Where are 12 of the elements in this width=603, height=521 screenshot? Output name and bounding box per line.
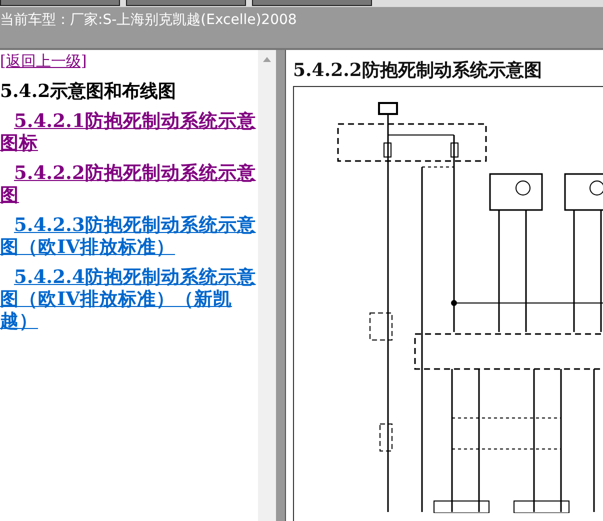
back-link[interactable]: [返回上一级]: [0, 52, 87, 71]
scroll-up-icon[interactable]: [263, 57, 271, 62]
content-title: 5.4.2.2防抱死制动系统示意图: [293, 59, 543, 83]
toolbar-button[interactable]: [252, 0, 372, 6]
current-model-label: 当前车型：厂家:S-上海别克凯越(Excelle)2008: [0, 11, 297, 29]
toolbar-button[interactable]: [0, 0, 120, 6]
section-link[interactable]: 5.4.2.3防抱死制动系统示意图（欧IV排放标准）: [0, 215, 258, 259]
section-link[interactable]: 5.4.2.1防抱死制动系统示意图标: [0, 111, 258, 155]
toolbar-button[interactable]: [126, 0, 246, 6]
section-heading: 5.4.2示意图和布线图: [0, 80, 176, 103]
section-link[interactable]: 5.4.2.4防抱死制动系统示意图（欧IV排放标准）（新凯越）: [0, 267, 258, 333]
section-link[interactable]: 5.4.2.2防抱死制动系统示意图: [0, 163, 258, 207]
